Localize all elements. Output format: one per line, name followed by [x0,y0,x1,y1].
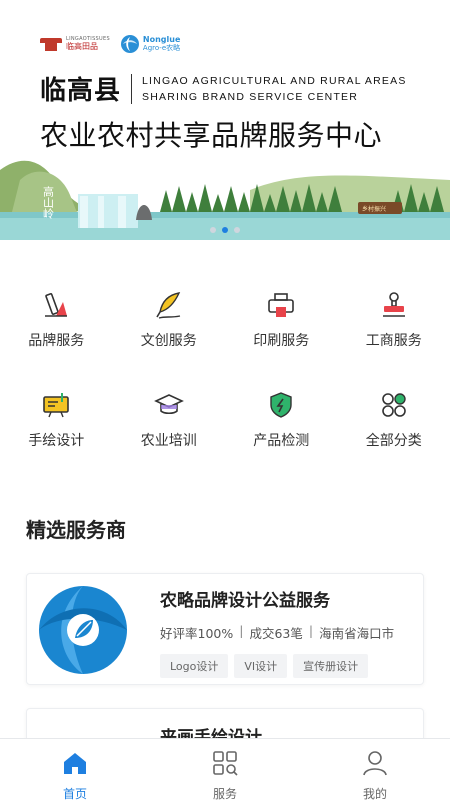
user-icon [361,749,389,781]
lingao-logo-cn: 临高田品 [66,42,98,51]
category-label: 产品检测 [253,433,310,449]
shield-check-icon [265,390,297,420]
category-label: 品牌服务 [28,333,85,349]
nav-home[interactable]: 首页 [0,739,150,800]
provider-tags: Logo设计 VI设计 宣传册设计 [160,654,413,678]
category-print-service[interactable]: 印刷服务 [225,290,338,350]
category-grid: 品牌服务 文创服务 印刷服务 工商服务 手绘设计 农业培训 产品检测 全部分类 [0,290,450,450]
stamp-icon [378,290,410,320]
lingao-logo: LINGAOTISSUES 临高田品 [40,36,110,52]
scenery-text: 高山岭 [42,185,55,220]
provider-card[interactable]: 农略品牌设计公益服务 好评率100% | 成交63笔 | 海南省海口市 Logo… [26,573,424,685]
category-brand-service[interactable]: 品牌服务 [0,290,113,350]
nonglue-swirl-icon [120,35,139,53]
partner-logos: LINGAOTISSUES 临高田品 Nonglue Agro-e农略 [40,34,180,54]
provider-name: 农略品牌设计公益服务 [160,591,330,611]
nonglue-logo: Nonglue Agro-e农略 [120,34,180,54]
pavilion-icon [40,36,62,52]
category-agri-training[interactable]: 农业培训 [113,390,226,450]
banner-en-line2: SHARING BRAND SERVICE CENTER [142,90,359,103]
category-business-service[interactable]: 工商服务 [338,290,450,350]
category-label: 印刷服务 [253,333,310,349]
carousel-dot-active[interactable] [222,227,228,233]
nav-label: 首页 [62,787,87,800]
drawing-board-icon [40,390,72,420]
category-label: 农业培训 [140,433,197,449]
bottom-nav: 首页 服务 我的 [0,738,450,800]
featured-providers-title: 精选服务商 [26,518,126,542]
provider-logo [39,586,127,674]
graduation-cap-icon [153,390,185,420]
home-icon [61,749,89,781]
nonglue-logo-en: Nonglue [142,35,181,44]
nav-label: 我的 [362,787,387,800]
category-product-testing[interactable]: 产品检测 [225,390,338,450]
nonglue-logo-sub: Agro-e农略 [142,44,181,52]
nav-label: 服务 [212,787,237,800]
scenery-sign-text: 乡村振兴 [362,205,386,213]
brand-pen-icon [40,290,72,320]
banner-county: 临高县 [40,76,122,106]
carousel-indicator [0,227,450,233]
provider-tag[interactable]: 宣传册设计 [293,654,369,678]
nav-profile[interactable]: 我的 [300,739,450,800]
category-label: 文创服务 [140,333,197,349]
provider-tag[interactable]: VI设计 [234,654,288,678]
provider-rating: 好评率100% [160,626,234,641]
services-grid-icon [211,749,239,781]
category-hand-drawing[interactable]: 手绘设计 [0,390,113,450]
printer-icon [265,290,297,320]
app-page: LINGAOTISSUES 临高田品 Nonglue Agro-e农略 临高县 [0,0,450,800]
category-all[interactable]: 全部分类 [338,390,450,450]
banner-en-line1: LINGAO AGRICULTURAL AND RURAL AREAS [142,74,407,87]
category-creative-service[interactable]: 文创服务 [113,290,226,350]
title-divider [131,73,133,104]
provider-deals: 成交63笔 [249,626,303,641]
category-label: 工商服务 [365,333,422,349]
category-label: 手绘设计 [28,433,85,449]
promo-banner[interactable]: LINGAOTISSUES 临高田品 Nonglue Agro-e农略 临高县 [0,0,450,240]
category-label: 全部分类 [365,433,422,449]
provider-tag[interactable]: Logo设计 [160,654,229,678]
banner-main-title: 农业农村共享品牌服务中心 [40,119,383,152]
carousel-dot[interactable] [234,227,240,233]
quill-icon [153,290,185,320]
nav-services[interactable]: 服务 [150,739,300,800]
all-categories-icon [378,390,410,420]
carousel-dot[interactable] [210,227,216,233]
provider-location: 海南省海口市 [319,626,395,641]
provider-stats: 好评率100% | 成交63笔 | 海南省海口市 [160,623,395,641]
